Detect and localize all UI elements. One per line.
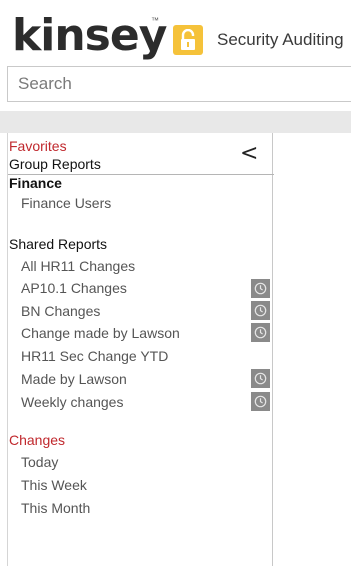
favorites-header: Favorites Group Reports < (8, 135, 274, 175)
sidebar-item-made-by-lawson[interactable]: Made by Lawson (21, 370, 127, 388)
schedule-clock-icon[interactable] (251, 279, 270, 298)
sidebar-item-this-week[interactable]: This Week (21, 476, 87, 494)
app-title: Security Auditing (217, 30, 344, 49)
schedule-clock-icon[interactable] (251, 392, 270, 411)
sidebar-item-bn-changes[interactable]: BN Changes (21, 302, 100, 320)
lock-icon (173, 25, 203, 55)
schedule-clock-icon[interactable] (251, 369, 270, 388)
group-reports-label: Group Reports (9, 156, 101, 172)
sidebar-item-change-made-by-lawson[interactable]: Change made by Lawson (21, 324, 180, 342)
section-finance: Finance (9, 175, 62, 191)
section-changes: Changes (9, 432, 66, 448)
app-header: kinsey ™ Security Auditing (0, 0, 351, 60)
collapse-sidebar-button[interactable]: < (240, 141, 258, 166)
sidebar-item-ap10-1-changes[interactable]: AP10.1 Changes (21, 279, 127, 297)
sidebar-item-all-hr11-changes[interactable]: All HR11 Changes (21, 257, 135, 275)
section-shared-reports: Shared Reports (9, 236, 108, 252)
trademark-mark: ™ (151, 16, 159, 25)
sidebar-item-finance-users[interactable]: Finance Users (21, 194, 111, 212)
sidebar-item-hr11-sec-change-ytd[interactable]: HR11 Sec Change YTD (21, 347, 168, 365)
schedule-clock-icon[interactable] (251, 323, 270, 342)
sidebar-item-this-month[interactable]: This Month (21, 499, 90, 517)
schedule-clock-icon[interactable] (251, 301, 270, 320)
sidebar: Favorites Group Reports < Finance Financ… (7, 133, 274, 566)
sidebar-item-weekly-changes[interactable]: Weekly changes (21, 393, 123, 411)
favorites-label: Favorites (9, 138, 67, 154)
search-input[interactable] (8, 67, 351, 101)
toolbar-strip (0, 111, 351, 133)
search-box (7, 66, 351, 102)
sidebar-item-today[interactable]: Today (21, 453, 58, 471)
kinsey-logo: kinsey (12, 10, 167, 61)
